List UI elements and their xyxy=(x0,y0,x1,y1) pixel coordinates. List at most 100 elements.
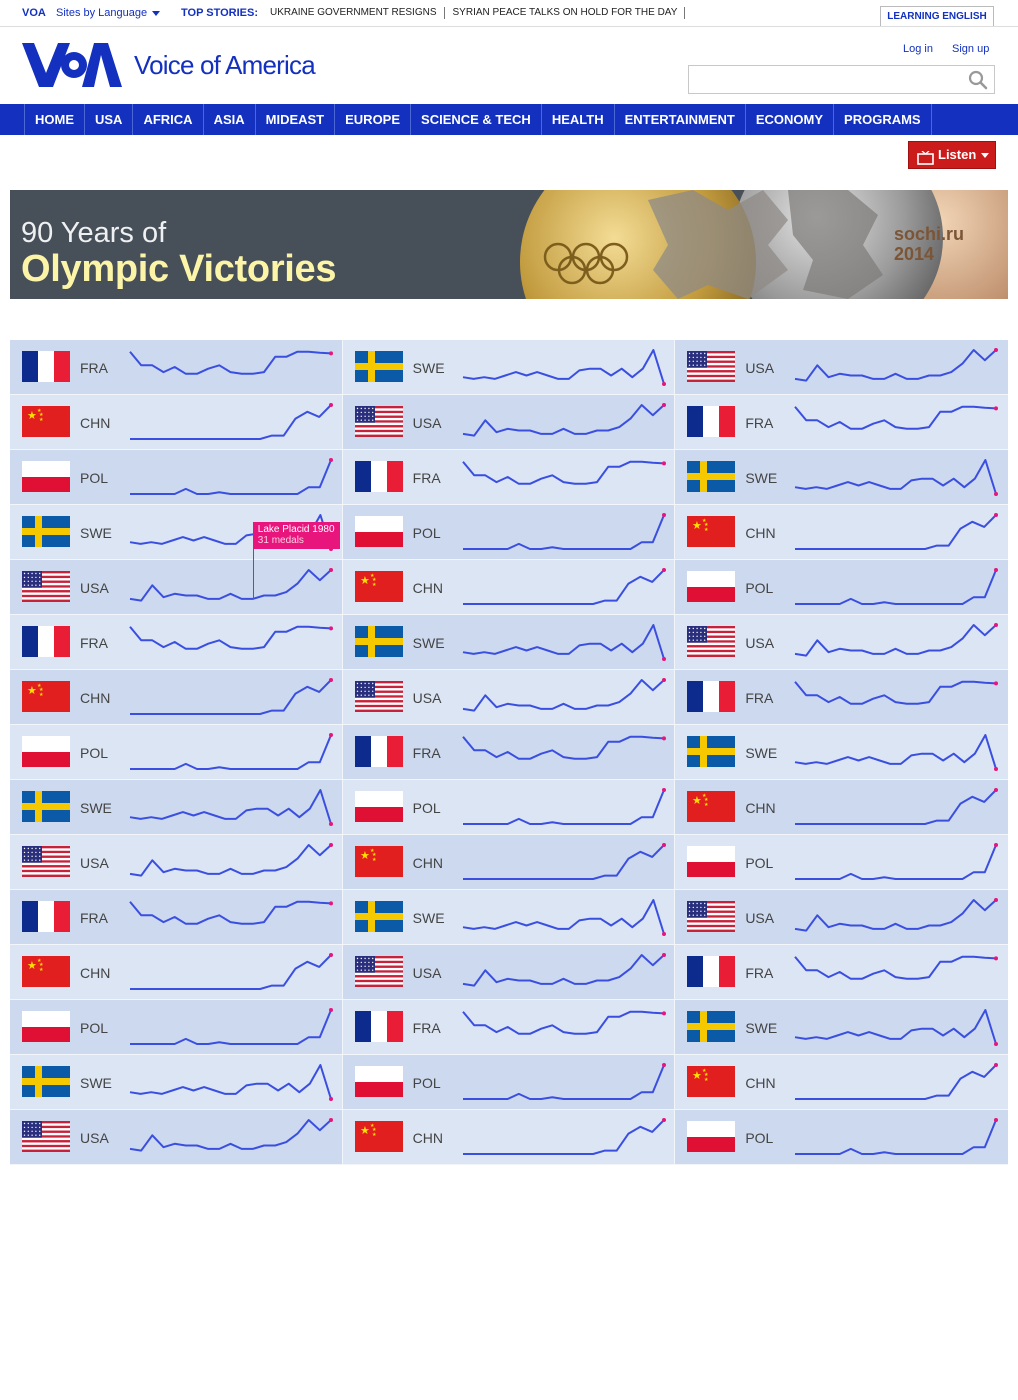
nav-item-entertainment[interactable]: ENTERTAINMENT xyxy=(615,104,746,135)
country-cell[interactable]: POL xyxy=(10,1000,343,1055)
country-cell[interactable]: USA xyxy=(675,615,1008,670)
learning-english-link[interactable]: LEARNING ENGLISH xyxy=(880,6,994,26)
login-link[interactable]: Log in xyxy=(903,43,933,55)
nav-item-economy[interactable]: ECONOMY xyxy=(746,104,835,135)
country-cell[interactable]: SWE xyxy=(342,890,676,945)
country-cell[interactable]: ★ ★ ★ ★ CHN xyxy=(342,835,676,890)
top-story-link[interactable]: UKRAINE GOVERNMENT RESIGNS xyxy=(262,7,445,19)
medal-sparkline[interactable] xyxy=(462,621,668,663)
medal-sparkline[interactable] xyxy=(129,621,335,663)
medal-sparkline[interactable] xyxy=(461,456,668,498)
medal-sparkline[interactable] xyxy=(795,511,1000,553)
medal-sparkline[interactable] xyxy=(462,401,668,443)
country-cell[interactable]: ★ ★ ★ ★ CHN xyxy=(10,945,343,1000)
medal-sparkline[interactable] xyxy=(462,841,668,883)
sites-by-language-dropdown[interactable]: Sites by Language xyxy=(56,7,161,19)
country-cell[interactable]: ★ ★ ★ ★ CHN xyxy=(675,1055,1008,1110)
nav-item-science-tech[interactable]: SCIENCE & TECH xyxy=(411,104,542,135)
country-cell[interactable]: USA xyxy=(10,1110,343,1165)
medal-sparkline[interactable] xyxy=(462,566,668,608)
medal-sparkline[interactable] xyxy=(795,456,1000,498)
medal-sparkline[interactable] xyxy=(794,951,1000,993)
medal-sparkline[interactable] xyxy=(795,1006,1000,1048)
country-cell[interactable]: FRA xyxy=(675,395,1008,450)
country-cell[interactable]: ★ ★ ★ ★ CHN xyxy=(10,670,343,725)
medal-sparkline[interactable] xyxy=(795,841,1000,883)
country-cell[interactable]: POL xyxy=(675,835,1008,890)
country-cell[interactable]: ★ ★ ★ ★ CHN xyxy=(675,780,1008,835)
country-cell[interactable]: POL xyxy=(342,780,676,835)
country-cell[interactable]: FRA xyxy=(342,450,676,505)
country-cell[interactable]: USA xyxy=(342,395,676,450)
medal-sparkline[interactable] xyxy=(130,951,335,993)
medal-sparkline[interactable] xyxy=(795,346,1000,388)
medal-sparkline[interactable] xyxy=(794,676,1000,718)
country-cell[interactable]: USA xyxy=(675,340,1008,395)
medal-sparkline[interactable] xyxy=(795,621,1000,663)
medal-sparkline[interactable] xyxy=(462,1116,668,1158)
nav-item-africa[interactable]: AFRICA xyxy=(133,104,204,135)
nav-item-health[interactable]: HEALTH xyxy=(542,104,615,135)
country-cell[interactable]: USA Lake Placid 1980 31 medals xyxy=(10,522,343,615)
medal-sparkline[interactable] xyxy=(129,566,335,608)
nav-item-europe[interactable]: EUROPE xyxy=(335,104,412,135)
medal-sparkline[interactable] xyxy=(462,346,668,388)
country-cell[interactable]: USA xyxy=(675,890,1008,945)
country-cell[interactable]: POL xyxy=(342,1055,676,1110)
medal-sparkline[interactable] xyxy=(795,1116,1000,1158)
country-cell[interactable]: FRA xyxy=(675,670,1008,725)
country-cell[interactable]: ★ ★ ★ ★ CHN xyxy=(342,560,676,615)
medal-sparkline[interactable] xyxy=(130,676,335,718)
country-cell[interactable]: ★ ★ ★ ★ CHN xyxy=(675,505,1008,560)
country-cell[interactable]: SWE xyxy=(675,450,1008,505)
country-cell[interactable]: POL xyxy=(342,505,676,560)
medal-sparkline[interactable] xyxy=(129,841,335,883)
country-cell[interactable]: FRA xyxy=(10,340,343,395)
medal-sparkline[interactable] xyxy=(462,1061,668,1103)
country-cell[interactable]: ★ ★ ★ ★ CHN xyxy=(10,395,343,450)
medal-sparkline[interactable] xyxy=(794,401,1000,443)
country-cell[interactable]: POL xyxy=(675,560,1008,615)
nav-item-usa[interactable]: USA xyxy=(85,104,134,135)
medal-sparkline[interactable] xyxy=(462,511,668,553)
medal-sparkline[interactable] xyxy=(130,401,335,443)
nav-item-mideast[interactable]: MIDEAST xyxy=(256,104,336,135)
country-cell[interactable]: SWE xyxy=(10,1055,343,1110)
country-cell[interactable]: FRA xyxy=(342,1000,676,1055)
medal-sparkline[interactable] xyxy=(129,896,335,938)
search-input[interactable] xyxy=(689,66,959,93)
medal-sparkline[interactable] xyxy=(795,786,1000,828)
country-cell[interactable]: ★ ★ ★ ★ CHN xyxy=(342,1110,676,1165)
country-cell[interactable]: SWE xyxy=(675,725,1008,780)
medal-sparkline[interactable] xyxy=(462,676,668,718)
medal-sparkline[interactable] xyxy=(129,1116,335,1158)
listen-button[interactable]: Listen xyxy=(908,141,996,169)
country-cell[interactable]: SWE xyxy=(675,1000,1008,1055)
nav-item-asia[interactable]: ASIA xyxy=(204,104,256,135)
medal-sparkline[interactable] xyxy=(129,1061,335,1103)
medal-sparkline[interactable] xyxy=(462,896,668,938)
country-cell[interactable]: POL xyxy=(10,725,343,780)
top-story-link[interactable]: SYRIAN PEACE TALKS ON HOLD FOR THE DAY xyxy=(445,7,686,19)
voa-home-link[interactable]: VOA xyxy=(22,7,46,19)
voa-logo[interactable] xyxy=(22,43,122,87)
medal-sparkline[interactable] xyxy=(795,731,1000,773)
medal-sparkline[interactable] xyxy=(795,1061,1000,1103)
medal-sparkline[interactable] xyxy=(130,731,335,773)
medal-sparkline[interactable] xyxy=(130,456,335,498)
country-cell[interactable]: SWE xyxy=(342,615,676,670)
nav-item-home[interactable]: HOME xyxy=(24,104,85,135)
country-cell[interactable]: USA xyxy=(342,670,676,725)
country-cell[interactable]: FRA xyxy=(10,615,343,670)
medal-sparkline[interactable] xyxy=(462,786,668,828)
search-icon[interactable] xyxy=(968,70,988,90)
country-cell[interactable]: SWE xyxy=(10,780,343,835)
country-cell[interactable]: FRA xyxy=(675,945,1008,1000)
medal-sparkline[interactable] xyxy=(129,786,335,828)
country-cell[interactable]: FRA xyxy=(342,725,676,780)
medal-sparkline[interactable] xyxy=(795,896,1000,938)
medal-sparkline[interactable] xyxy=(129,346,335,388)
medal-sparkline[interactable] xyxy=(130,1006,335,1048)
medal-sparkline[interactable] xyxy=(461,731,668,773)
country-cell[interactable]: POL xyxy=(675,1110,1008,1165)
